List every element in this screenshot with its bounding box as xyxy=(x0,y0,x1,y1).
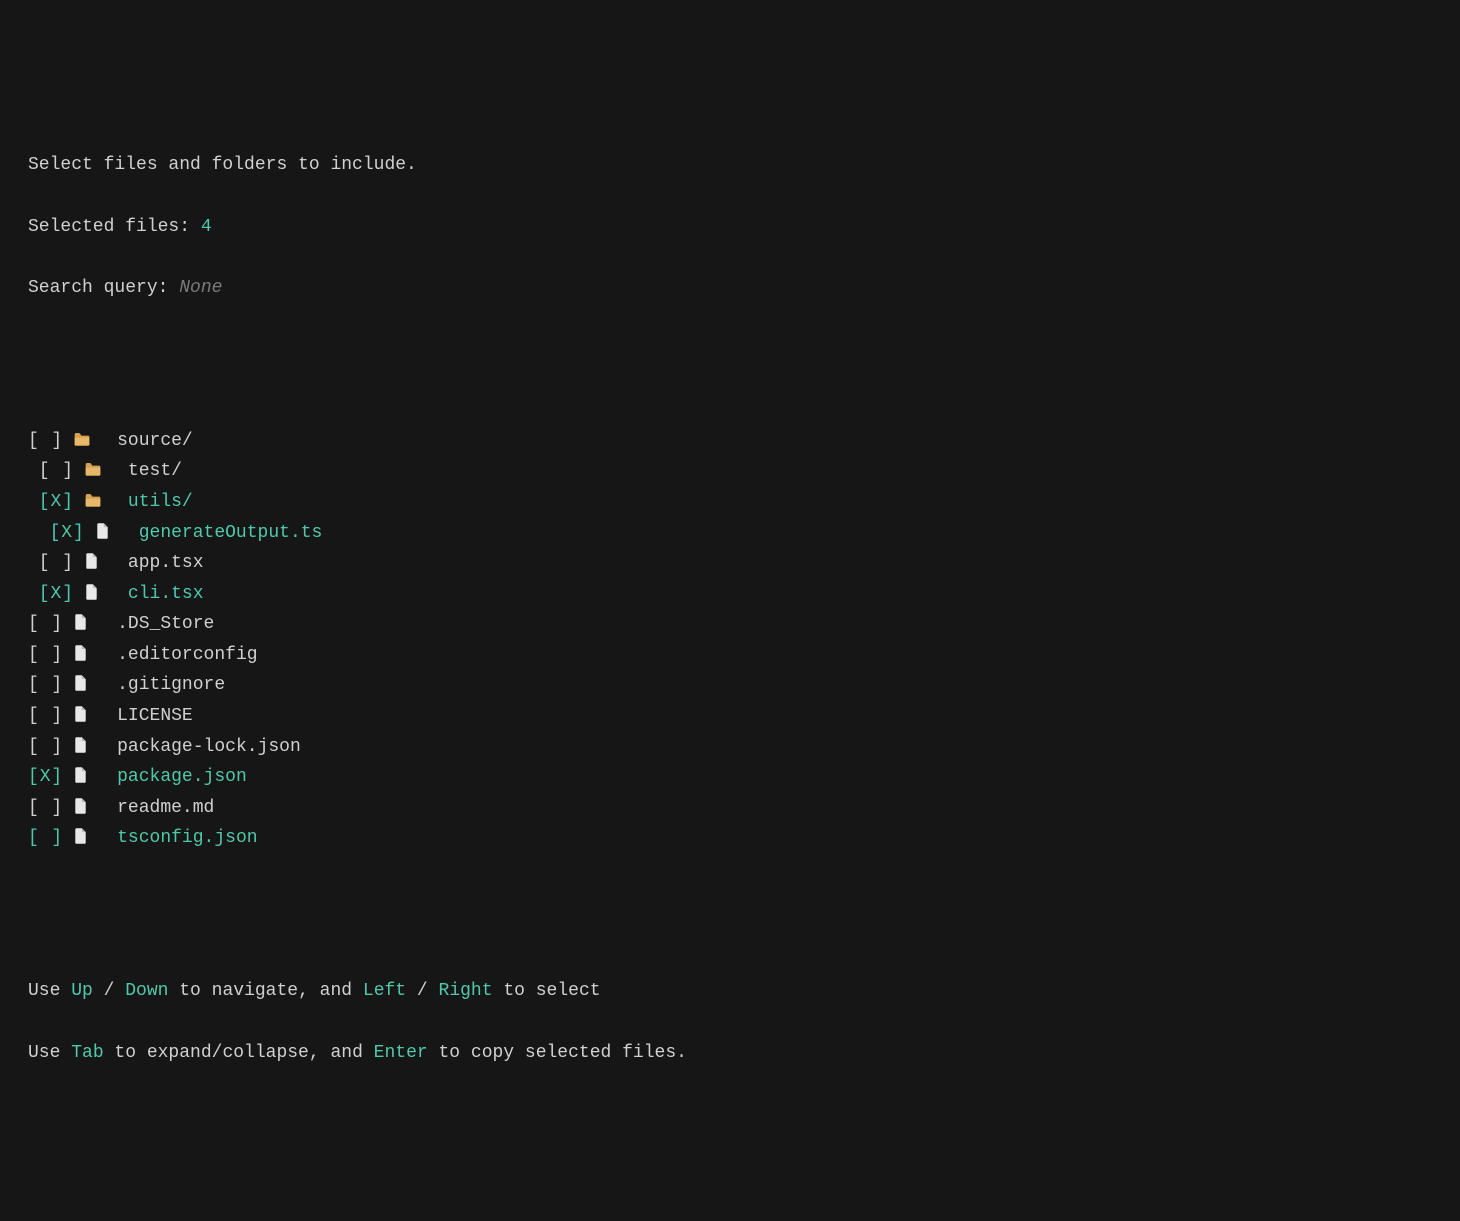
checkbox[interactable]: [ ] xyxy=(28,706,63,726)
key-right: Right xyxy=(439,981,493,1001)
spacer xyxy=(28,334,1432,365)
folder-icon xyxy=(85,487,107,518)
checkbox[interactable]: [X] xyxy=(39,492,74,512)
checkbox[interactable]: [X] xyxy=(28,767,63,787)
tree-row[interactable]: [ ] readme.md xyxy=(28,793,1432,824)
file-icon xyxy=(74,701,96,732)
folder-name[interactable]: source/ xyxy=(117,431,193,451)
tree-row[interactable]: [X] generateOutput.ts xyxy=(28,518,1432,549)
file-icon xyxy=(96,518,118,549)
file-icon xyxy=(74,640,96,671)
file-icon xyxy=(85,548,107,579)
folder-name[interactable]: utils/ xyxy=(128,492,193,512)
tree-row[interactable]: [X] utils/ xyxy=(28,487,1432,518)
header-title: Select files and folders to include. xyxy=(28,150,1432,181)
tree-row[interactable]: [ ] source/ xyxy=(28,426,1432,457)
file-icon xyxy=(74,732,96,763)
spacer xyxy=(28,915,1432,946)
file-icon xyxy=(74,793,96,824)
file-name[interactable]: .editorconfig xyxy=(117,645,257,665)
file-icon xyxy=(74,762,96,793)
checkbox[interactable]: [ ] xyxy=(28,828,63,848)
tree-row[interactable]: [ ] LICENSE xyxy=(28,701,1432,732)
search-query-label: Search query: xyxy=(28,278,179,298)
checkbox[interactable]: [ ] xyxy=(39,553,74,573)
file-name[interactable]: .gitignore xyxy=(117,675,225,695)
file-name[interactable]: readme.md xyxy=(117,798,214,818)
file-name[interactable]: .DS_Store xyxy=(117,614,214,634)
checkbox[interactable]: [X] xyxy=(39,584,74,604)
tree-row[interactable]: [ ] app.tsx xyxy=(28,548,1432,579)
key-enter: Enter xyxy=(374,1043,428,1063)
checkbox[interactable]: [ ] xyxy=(28,431,63,451)
help-line-2: Use Tab to expand/collapse, and Enter to… xyxy=(28,1038,1432,1069)
folder-name[interactable]: test/ xyxy=(128,461,182,481)
key-left: Left xyxy=(363,981,406,1001)
tree-row[interactable]: [X] package.json xyxy=(28,762,1432,793)
help-line-1: Use Up / Down to navigate, and Left / Ri… xyxy=(28,976,1432,1007)
checkbox[interactable]: [X] xyxy=(50,523,85,543)
search-query-value: None xyxy=(179,278,222,298)
file-name[interactable]: app.tsx xyxy=(128,553,204,573)
file-tree[interactable]: [ ] source/[ ] test/[X] utils/[X] genera… xyxy=(28,426,1432,854)
checkbox[interactable]: [ ] xyxy=(28,675,63,695)
tree-row[interactable]: [ ] test/ xyxy=(28,456,1432,487)
selected-files-label: Selected files: xyxy=(28,217,201,237)
file-name[interactable]: package-lock.json xyxy=(117,737,301,757)
tree-row[interactable]: [ ] .DS_Store xyxy=(28,609,1432,640)
file-icon xyxy=(85,579,107,610)
checkbox[interactable]: [ ] xyxy=(28,645,63,665)
checkbox[interactable]: [ ] xyxy=(28,614,63,634)
file-icon xyxy=(74,823,96,854)
folder-icon xyxy=(74,426,96,457)
key-down: Down xyxy=(125,981,168,1001)
tree-row[interactable]: [X] cli.tsx xyxy=(28,579,1432,610)
checkbox[interactable]: [ ] xyxy=(28,737,63,757)
selected-files-count: 4 xyxy=(201,217,212,237)
tree-row[interactable]: [ ] tsconfig.json xyxy=(28,823,1432,854)
file-name[interactable]: LICENSE xyxy=(117,706,193,726)
tree-row[interactable]: [ ] .gitignore xyxy=(28,670,1432,701)
checkbox[interactable]: [ ] xyxy=(28,798,63,818)
key-tab: Tab xyxy=(71,1043,103,1063)
file-icon xyxy=(74,609,96,640)
file-name[interactable]: tsconfig.json xyxy=(117,828,257,848)
file-name[interactable]: package.json xyxy=(117,767,247,787)
folder-icon xyxy=(85,456,107,487)
checkbox[interactable]: [ ] xyxy=(39,461,74,481)
selected-files-line: Selected files: 4 xyxy=(28,212,1432,243)
tree-row[interactable]: [ ] package-lock.json xyxy=(28,732,1432,763)
file-icon xyxy=(74,670,96,701)
key-up: Up xyxy=(71,981,93,1001)
file-name[interactable]: generateOutput.ts xyxy=(139,523,323,543)
search-query-line: Search query: None xyxy=(28,273,1432,304)
tree-row[interactable]: [ ] .editorconfig xyxy=(28,640,1432,671)
file-name[interactable]: cli.tsx xyxy=(128,584,204,604)
